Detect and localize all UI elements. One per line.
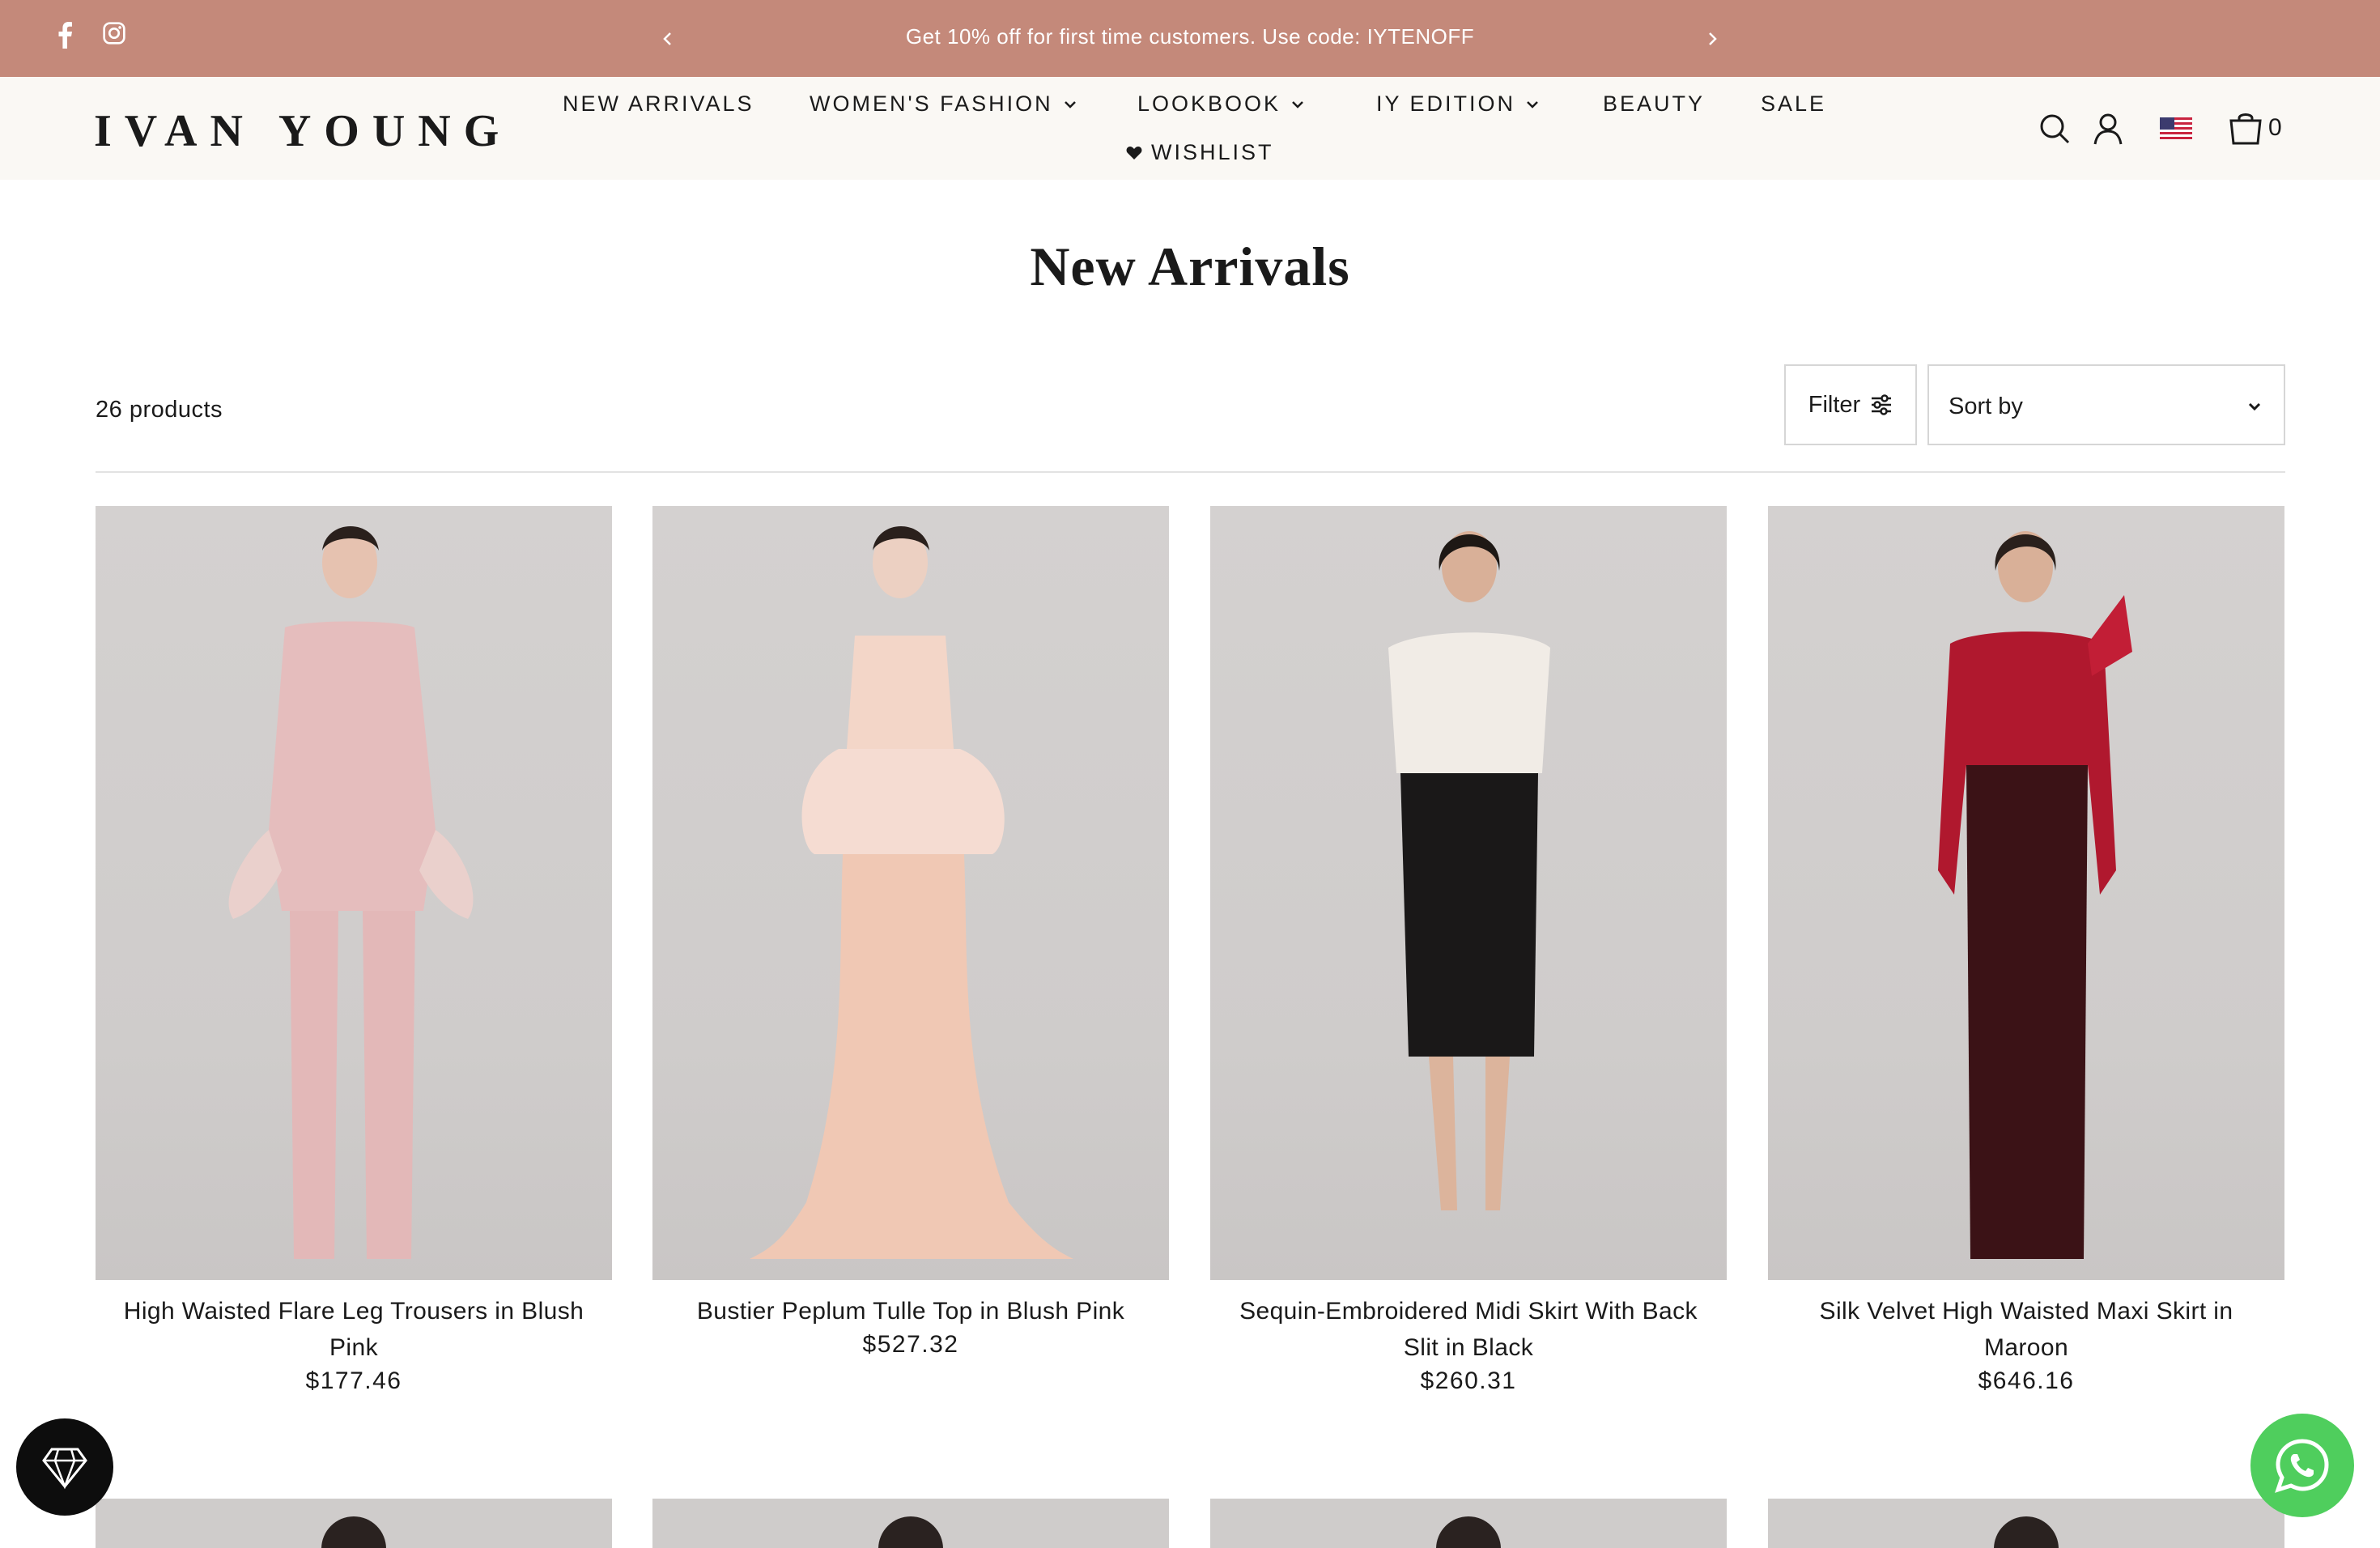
product-image[interactable] [96, 506, 612, 1280]
cart-icon[interactable] [2228, 111, 2263, 147]
filter-label: Filter [1808, 391, 1861, 418]
chevron-down-icon [1064, 100, 1076, 108]
product-image[interactable] [1210, 506, 1727, 1280]
sliders-icon [1872, 394, 1892, 415]
product-image[interactable] [1768, 506, 2284, 1280]
account-icon[interactable] [2090, 111, 2126, 147]
heart-icon [1126, 146, 1142, 159]
product-image-partial[interactable] [96, 1499, 612, 1548]
nav-label: SALE [1761, 91, 1827, 116]
announcement-bar: Get 10% off for first time customers. Us… [0, 0, 2380, 77]
announcement-message: Get 10% off for first time customers. Us… [905, 24, 1475, 49]
sort-select[interactable]: Sort by [1927, 364, 2285, 445]
toolbar-divider [96, 471, 2285, 473]
nav-label: LOOKBOOK [1137, 91, 1281, 116]
product-title[interactable]: High Waisted Flare Leg Trousers in Blush… [96, 1293, 612, 1366]
product-image[interactable] [652, 506, 1169, 1280]
product-card[interactable]: Bustier Peplum Tulle Top in Blush Pink $… [652, 506, 1169, 1359]
chevron-down-icon [1527, 100, 1538, 108]
brand-logo[interactable]: IVAN YOUNG [94, 105, 512, 157]
announcement-next-icon[interactable] [1700, 23, 1724, 55]
product-title[interactable]: Silk Velvet High Waisted Maxi Skirt in M… [1768, 1293, 2284, 1366]
diamond-icon [42, 1448, 87, 1490]
nav-label: IY EDITION [1376, 91, 1516, 116]
nav-wishlist[interactable]: WISHLIST [1125, 140, 1274, 165]
nav-iy-edition[interactable]: IY EDITION [1376, 91, 1541, 117]
site-header: IVAN YOUNG NEW ARRIVALS WOMEN'S FASHION … [0, 77, 2380, 180]
filter-button[interactable]: Filter [1784, 364, 1917, 445]
nav-lookbook[interactable]: LOOKBOOK [1137, 91, 1307, 117]
product-count: 26 products [96, 397, 223, 423]
sort-label: Sort by [1949, 393, 2023, 419]
product-price: $527.32 [862, 1331, 959, 1358]
product-image-partial[interactable] [1768, 1499, 2284, 1548]
product-title[interactable]: Sequin-Embroidered Midi Skirt With Back … [1210, 1293, 1727, 1366]
page-title: New Arrivals [1030, 236, 1350, 297]
whatsapp-icon [2275, 1439, 2329, 1493]
product-price: $177.46 [305, 1367, 402, 1394]
chevron-down-icon [2248, 402, 2261, 411]
nav-beauty[interactable]: BEAUTY [1603, 91, 1705, 117]
nav-new-arrivals[interactable]: NEW ARRIVALS [563, 91, 754, 117]
product-price: $260.31 [1420, 1367, 1517, 1394]
whatsapp-button[interactable] [2250, 1414, 2354, 1517]
nav-sale[interactable]: SALE [1761, 91, 1826, 117]
nav-womens-fashion[interactable]: WOMEN'S FASHION [810, 91, 1079, 117]
product-title[interactable]: Bustier Peplum Tulle Top in Blush Pink [652, 1293, 1169, 1329]
product-image-partial[interactable] [652, 1499, 1169, 1548]
rewards-button[interactable] [16, 1418, 113, 1516]
nav-label: WOMEN'S FASHION [810, 91, 1053, 116]
nav-label: WISHLIST [1151, 140, 1274, 164]
us-flag-icon[interactable] [2160, 117, 2192, 140]
product-card[interactable]: Silk Velvet High Waisted Maxi Skirt in M… [1768, 506, 2284, 1395]
product-image-partial[interactable] [1210, 1499, 1727, 1548]
search-icon[interactable] [2037, 111, 2072, 147]
product-card[interactable]: High Waisted Flare Leg Trousers in Blush… [96, 506, 612, 1395]
nav-label: NEW ARRIVALS [563, 91, 754, 116]
product-card[interactable]: Sequin-Embroidered Midi Skirt With Back … [1210, 506, 1727, 1395]
product-price: $646.16 [1978, 1367, 2075, 1394]
cart-count: 0 [2268, 114, 2282, 141]
chevron-down-icon [1292, 100, 1303, 108]
nav-label: BEAUTY [1603, 91, 1706, 116]
